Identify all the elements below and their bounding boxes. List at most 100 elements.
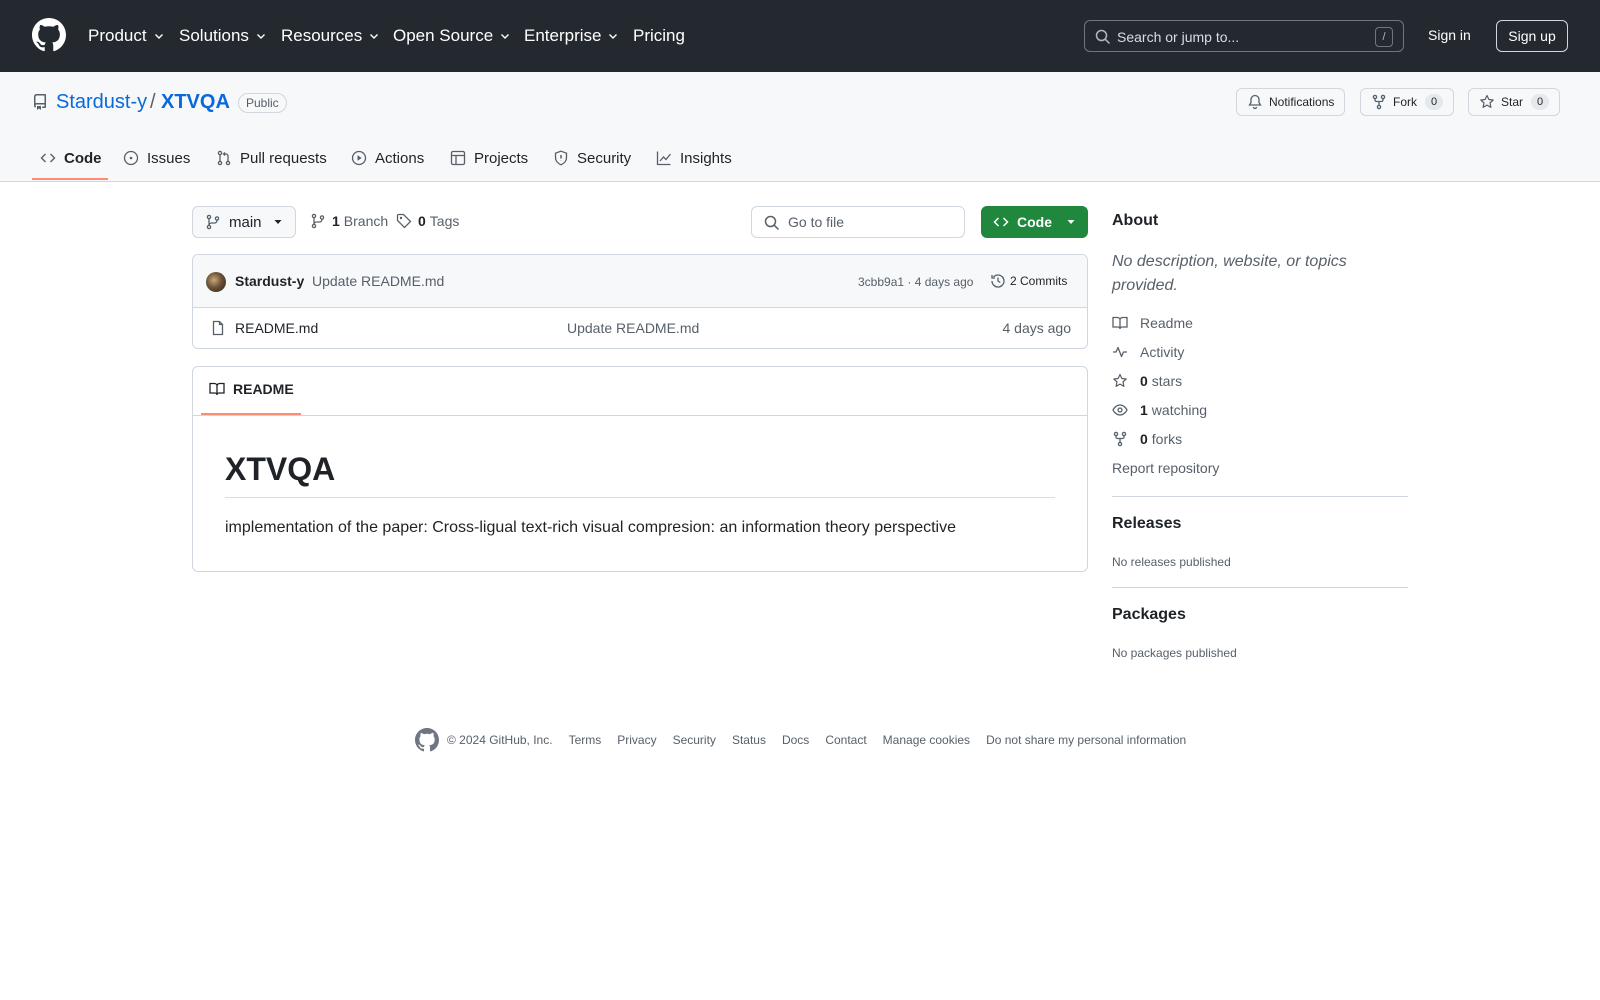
commit-message[interactable]: Update README.md (312, 273, 444, 289)
table-icon (450, 150, 466, 166)
nav-product[interactable]: Product (88, 26, 165, 46)
nav-label: Enterprise (524, 26, 602, 45)
nav-enterprise[interactable]: Enterprise (524, 26, 619, 46)
file-name-link[interactable]: README.md (235, 320, 318, 336)
github-logo-icon[interactable] (32, 18, 66, 52)
tag-icon (396, 213, 412, 229)
readme-tab-label: README (233, 381, 294, 397)
fork-count: 0 (1425, 94, 1444, 110)
search-icon (764, 215, 780, 231)
activity-link-label: Activity (1140, 344, 1185, 360)
tags-link[interactable]: 0 Tags (396, 213, 459, 229)
footer-link-terms[interactable]: Terms (569, 733, 602, 747)
shield-icon (554, 150, 568, 166)
readme-link[interactable]: Readme (1112, 315, 1193, 331)
footer-copyright: © 2024 GitHub, Inc. (447, 733, 553, 747)
chevron-down-icon (154, 34, 163, 39)
sign-up-button[interactable]: Sign up (1496, 20, 1568, 52)
footer-link-security[interactable]: Security (673, 733, 716, 747)
repo-path-separator: / (150, 91, 156, 113)
search-input[interactable]: Search or jump to... / (1084, 20, 1404, 52)
tab-actions[interactable]: Actions (351, 148, 424, 168)
tab-issues[interactable]: Issues (123, 148, 190, 168)
star-label: Star (1501, 95, 1524, 109)
graph-icon (656, 151, 672, 166)
branch-icon (206, 214, 220, 230)
book-icon (209, 382, 225, 396)
report-repository-link[interactable]: Report repository (1112, 460, 1219, 476)
nav-open-source[interactable]: Open Source (393, 26, 511, 46)
footer-link-docs[interactable]: Docs (782, 733, 809, 747)
readme-title: XTVQA (225, 451, 336, 487)
file-commit-message[interactable]: Update README.md (567, 320, 699, 336)
tag-count: 0 (418, 213, 426, 229)
code-icon (993, 217, 1009, 227)
repo-owner-link[interactable]: Stardust-y (56, 91, 147, 114)
nav-label: Pricing (633, 26, 685, 45)
readme-tab[interactable]: README (209, 381, 294, 397)
search-icon (1095, 29, 1111, 45)
tab-insights[interactable]: Insights (656, 148, 732, 168)
tab-label: Issues (147, 149, 191, 167)
forks-count: 0 (1140, 431, 1148, 447)
sign-in-link[interactable]: Sign in (1428, 27, 1471, 43)
nav-pricing[interactable]: Pricing (633, 26, 685, 46)
chevron-down-icon (256, 34, 265, 39)
tab-label: Code (64, 149, 102, 167)
footer-link-status[interactable]: Status (732, 733, 766, 747)
repo-name-link[interactable]: XTVQA (161, 91, 230, 114)
branches-link[interactable]: 1 Branch (310, 213, 388, 229)
tab-pull-requests[interactable]: Pull requests (216, 148, 327, 168)
about-heading: About (1112, 212, 1159, 229)
github-mark-icon[interactable] (415, 728, 439, 752)
tab-projects[interactable]: Projects (450, 148, 528, 168)
stars-link[interactable]: 0 stars (1112, 373, 1182, 389)
table-row: README.md Update README.md 4 days ago (193, 308, 1087, 348)
readme-link-label: Readme (1140, 315, 1193, 331)
tab-security[interactable]: Security (553, 148, 631, 168)
tab-label: Security (577, 149, 632, 167)
commits-link[interactable]: 2 Commits (990, 273, 1067, 289)
code-button[interactable]: Code (981, 206, 1088, 238)
avatar[interactable] (206, 272, 226, 292)
nav-solutions[interactable]: Solutions (179, 26, 267, 46)
commit-hash-time[interactable]: 3cbb9a1 · 4 days ago (858, 275, 973, 289)
star-icon (1113, 373, 1127, 387)
notifications-button[interactable]: Notifications (1236, 88, 1346, 116)
go-to-file-input[interactable]: Go to file (751, 206, 965, 238)
releases-heading[interactable]: Releases (1112, 515, 1181, 533)
stars-count: 0 (1140, 373, 1148, 389)
forks-link[interactable]: 0 forks (1112, 431, 1182, 447)
footer-link-manage-cookies[interactable]: Manage cookies (883, 733, 970, 747)
watching-label: watching (1151, 402, 1208, 418)
nav-resources[interactable]: Resources (281, 26, 380, 46)
tab-label: Pull requests (240, 149, 327, 167)
branch-count: 1 (332, 213, 340, 229)
caret-down-icon (274, 220, 282, 224)
pulse-icon (1113, 346, 1127, 358)
commits-count: 2 Commits (1010, 274, 1068, 288)
issue-icon (123, 150, 139, 166)
book-icon (1112, 316, 1128, 330)
watching-count: 1 (1140, 402, 1148, 418)
tab-label: Actions (375, 149, 425, 167)
packages-heading[interactable]: Packages (1112, 606, 1186, 624)
file-date: 4 days ago (1002, 320, 1072, 336)
footer-link-do-not-share[interactable]: Do not share my personal information (986, 733, 1186, 747)
footer-link-privacy[interactable]: Privacy (617, 733, 656, 747)
footer-link-contact[interactable]: Contact (825, 733, 866, 747)
divider (1112, 587, 1408, 588)
star-button[interactable]: Star 0 (1468, 88, 1561, 116)
activity-link[interactable]: Activity (1112, 344, 1184, 360)
fork-button[interactable]: Fork 0 (1360, 88, 1455, 116)
watching-link[interactable]: 1 watching (1112, 402, 1207, 418)
star-icon (1480, 94, 1494, 108)
packages-empty: No packages published (1112, 646, 1237, 660)
stars-label: stars (1151, 373, 1183, 389)
branch-selector[interactable]: main (192, 206, 296, 238)
caret-down-icon (1067, 220, 1075, 224)
chevron-down-icon (370, 34, 379, 39)
notifications-label: Notifications (1269, 95, 1335, 109)
tab-code[interactable]: Code (40, 148, 102, 168)
commit-author[interactable]: Stardust-y (235, 273, 304, 289)
